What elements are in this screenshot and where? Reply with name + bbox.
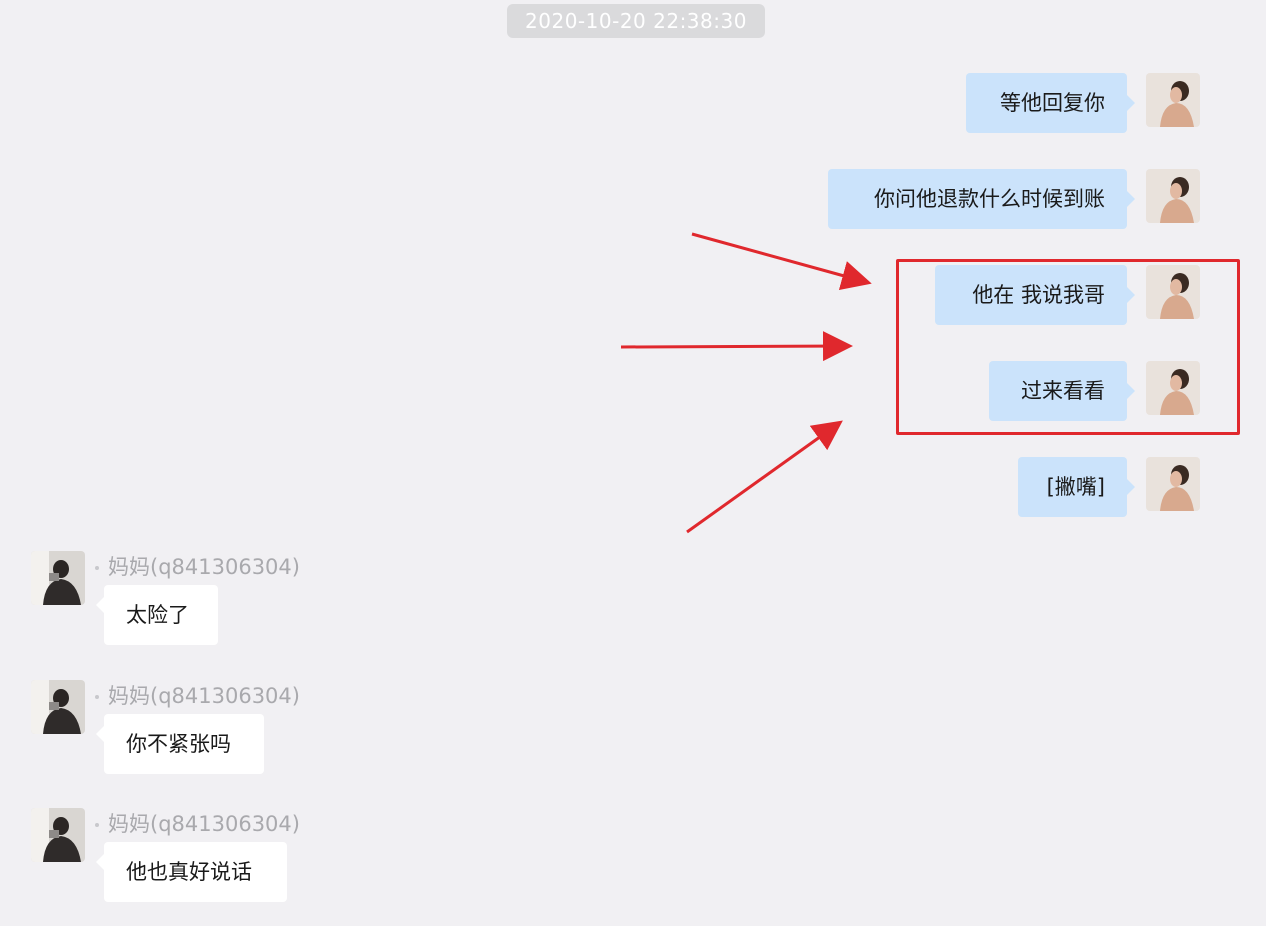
sender-indicator	[95, 566, 99, 570]
mom-avatar-icon[interactable]	[31, 551, 85, 605]
mom-avatar-icon[interactable]	[31, 680, 85, 734]
sender-indicator	[95, 823, 99, 827]
red-arrow-icon	[686, 420, 843, 534]
sender-name[interactable]: 妈妈(q841306304)	[108, 808, 300, 838]
sender-name[interactable]: 妈妈(q841306304)	[108, 551, 300, 581]
incoming-message-bubble[interactable]: 太险了	[96, 585, 218, 645]
red-arrow-icon	[691, 232, 872, 291]
incoming-message-bubble[interactable]: 他也真好说话	[96, 842, 287, 902]
red-arrow-icon	[620, 232, 872, 534]
mom-avatar-icon[interactable]	[31, 808, 85, 862]
sender-indicator	[95, 695, 99, 699]
incoming-message-bubble[interactable]: 你不紧张吗	[96, 714, 264, 774]
sender-name[interactable]: 妈妈(q841306304)	[108, 680, 300, 710]
red-arrow-icon	[620, 331, 853, 362]
